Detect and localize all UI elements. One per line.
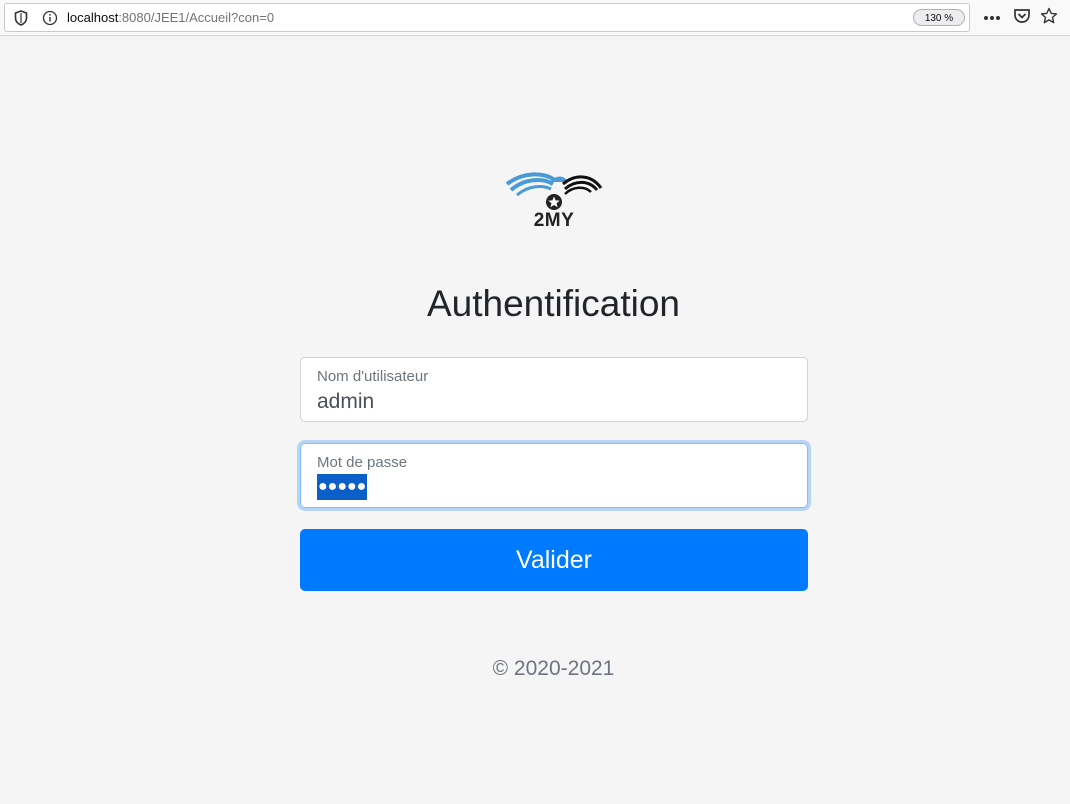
url-host: localhost: [67, 10, 119, 25]
zoom-level-badge[interactable]: 130 %: [913, 9, 965, 26]
username-input[interactable]: admin: [317, 390, 374, 414]
info-icon[interactable]: [42, 10, 58, 31]
password-field[interactable]: Mot de passe ●●●●●: [300, 443, 808, 508]
username-field[interactable]: Nom d'utilisateur admin: [300, 357, 808, 422]
logo-emblem: [505, 172, 603, 210]
logo-text: 2MY: [533, 210, 575, 231]
address-bar[interactable]: localhost:8080/JEE1/Accueil?con=0 130 %: [4, 3, 970, 32]
dots-icon[interactable]: [983, 8, 1001, 26]
pocket-icon[interactable]: [1013, 7, 1031, 30]
footer-copyright: © 2020-2021: [492, 657, 615, 680]
page-title: Authentification: [426, 283, 680, 324]
username-label: Nom d'utilisateur: [317, 368, 429, 385]
password-label: Mot de passe: [317, 454, 408, 471]
logo: 2MY: [503, 170, 605, 236]
submit-button[interactable]: Valider: [300, 529, 808, 591]
url-text[interactable]: localhost:8080/JEE1/Accueil?con=0: [67, 10, 274, 26]
star-icon[interactable]: [1040, 7, 1058, 30]
url-path: :8080/JEE1/Accueil?con=0: [118, 10, 275, 25]
password-input[interactable]: ●●●●●: [317, 474, 368, 500]
browser-toolbar: localhost:8080/JEE1/Accueil?con=0 130 %: [0, 0, 1070, 36]
shield-icon[interactable]: [14, 10, 28, 31]
